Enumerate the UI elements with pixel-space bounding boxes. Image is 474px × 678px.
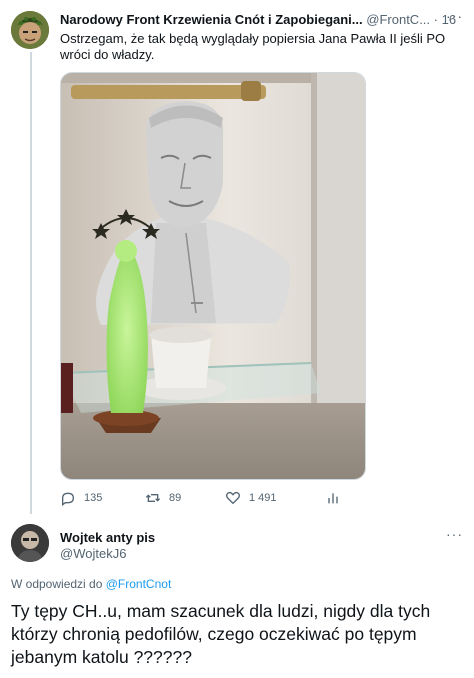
- reply-action[interactable]: 135: [60, 487, 102, 509]
- reply-author-avatar[interactable]: [11, 524, 49, 562]
- retweet-icon: [145, 494, 161, 502]
- replying-to-handle-link[interactable]: @FrontCnot: [106, 577, 172, 591]
- like-count: 1 491: [249, 492, 277, 504]
- author-handle[interactable]: @FrontC...: [366, 12, 430, 27]
- tweet-header: Narodowy Front Krzewienia Cnót i Zapobie…: [60, 12, 460, 30]
- more-options-icon[interactable]: ···: [446, 8, 463, 24]
- tweet-media-photo[interactable]: [60, 72, 366, 480]
- reply-icon: [62, 492, 75, 506]
- heart-icon: [226, 491, 240, 505]
- photo-bust-statue: [61, 73, 365, 479]
- more-options-icon[interactable]: ···: [446, 526, 463, 542]
- person-avatar-icon: [11, 524, 49, 562]
- reply-author-handle[interactable]: @WojtekJ6: [60, 546, 126, 561]
- reply-author-display-name[interactable]: Wojtek anty pis: [60, 530, 155, 545]
- thread-connector-line: [30, 52, 32, 514]
- tweet-text: Ostrzegam, że tak będą wyglądały popiers…: [60, 31, 446, 62]
- wreath-avatar-icon: [11, 11, 49, 49]
- tweet-actions-bar: 135 89 1 491: [60, 487, 420, 509]
- analytics-action[interactable]: [325, 487, 341, 509]
- like-action[interactable]: 1 491: [225, 487, 277, 509]
- retweet-count: 89: [169, 492, 182, 504]
- reply-count: 135: [84, 492, 103, 504]
- author-display-name[interactable]: Narodowy Front Krzewienia Cnót i Zapobie…: [60, 12, 363, 27]
- author-avatar[interactable]: [11, 11, 49, 49]
- replying-to-line: W odpowiedzi do @FrontCnot: [11, 577, 171, 591]
- retweet-action[interactable]: 89: [145, 487, 181, 509]
- separator-dot: ·: [433, 12, 438, 27]
- analytics-icon: [328, 493, 338, 504]
- replying-to-prefix: W odpowiedzi do: [11, 577, 103, 591]
- reply-tweet-text: Ty tępy CH..u, mam szacunek dla ludzi, n…: [11, 601, 431, 667]
